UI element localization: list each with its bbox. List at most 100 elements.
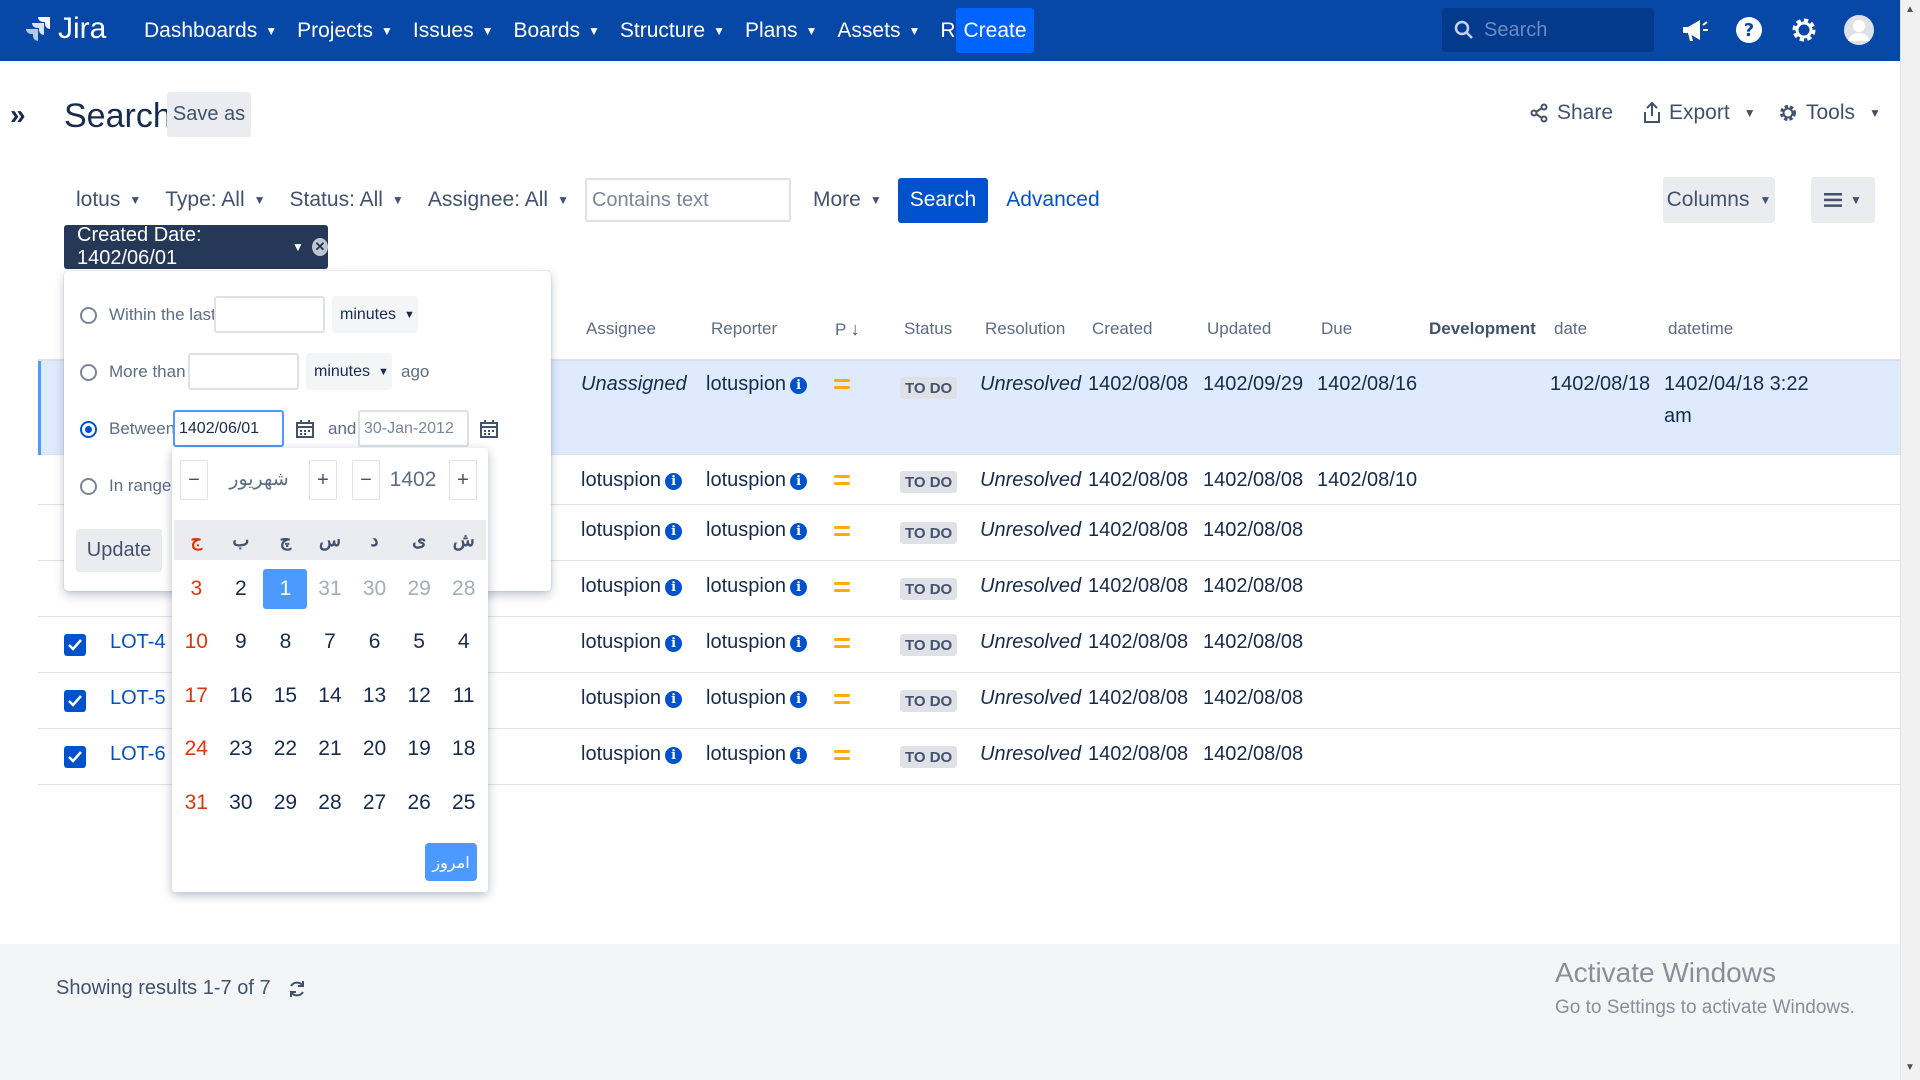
between-to-input[interactable] bbox=[358, 410, 469, 447]
issue-key-link[interactable]: LOT-6 bbox=[110, 743, 166, 766]
calendar-day[interactable]: 10 bbox=[174, 622, 218, 662]
radio-in-range[interactable] bbox=[80, 477, 97, 495]
profile-button[interactable] bbox=[1841, 12, 1877, 48]
type-filter[interactable]: Type: All ▼ bbox=[153, 178, 277, 222]
col-status[interactable]: Status bbox=[904, 319, 952, 339]
assignee-name[interactable]: lotuspion bbox=[581, 687, 661, 709]
share-button[interactable]: Share bbox=[1529, 101, 1613, 125]
month-increment-button[interactable]: + bbox=[309, 460, 337, 500]
today-button[interactable]: امروز bbox=[425, 843, 477, 881]
col-date[interactable]: date bbox=[1554, 319, 1587, 339]
columns-button[interactable]: Columns ▼ bbox=[1663, 177, 1775, 223]
calendar-day[interactable]: 22 bbox=[263, 729, 307, 769]
col-datetime[interactable]: datetime bbox=[1668, 319, 1733, 339]
calendar-day-prev-month[interactable]: 30 bbox=[353, 569, 397, 609]
calendar-day-prev-month[interactable]: 31 bbox=[308, 569, 352, 609]
reporter-name[interactable]: lotuspion bbox=[706, 373, 786, 395]
calendar-day-prev-month[interactable]: 29 bbox=[397, 569, 441, 609]
calendar-day[interactable]: 26 bbox=[397, 783, 441, 823]
assignee-name[interactable]: lotuspion bbox=[581, 631, 661, 653]
col-created[interactable]: Created bbox=[1092, 319, 1152, 339]
calendar-icon[interactable] bbox=[295, 419, 315, 439]
reporter-name[interactable]: lotuspion bbox=[706, 575, 786, 597]
calendar-day[interactable]: 17 bbox=[174, 676, 218, 716]
page-scrollbar[interactable]: ▲ ▼ bbox=[1900, 0, 1920, 1080]
calendar-day[interactable]: 23 bbox=[219, 729, 263, 769]
calendar-day[interactable]: 14 bbox=[308, 676, 352, 716]
year-increment-button[interactable]: + bbox=[449, 460, 477, 500]
update-button[interactable]: Update bbox=[76, 529, 162, 572]
calendar-day[interactable]: 29 bbox=[263, 783, 307, 823]
global-search[interactable] bbox=[1442, 8, 1654, 52]
calendar-day[interactable]: 16 bbox=[219, 676, 263, 716]
created-date-filter[interactable]: Created Date: 1402/06/01 ▼ ✕ bbox=[64, 224, 328, 269]
view-switcher-button[interactable]: ▼ bbox=[1811, 177, 1875, 223]
nav-structure[interactable]: Structure ▼ bbox=[610, 0, 735, 61]
col-development[interactable]: Development bbox=[1429, 319, 1536, 339]
more-than-unit-select[interactable]: minutes ▼ bbox=[306, 353, 392, 390]
reporter-name[interactable]: lotuspion bbox=[706, 519, 786, 541]
col-reporter[interactable]: Reporter bbox=[711, 319, 777, 339]
row-checkbox[interactable] bbox=[64, 690, 86, 712]
advanced-link[interactable]: Advanced bbox=[1006, 188, 1099, 212]
calendar-day-selected[interactable]: 1 bbox=[263, 568, 308, 609]
nav-issues[interactable]: Issues ▼ bbox=[403, 0, 504, 61]
settings-button[interactable] bbox=[1786, 12, 1822, 48]
search-button[interactable]: Search bbox=[897, 177, 989, 223]
col-updated[interactable]: Updated bbox=[1207, 319, 1271, 339]
calendar-day[interactable]: 9 bbox=[219, 622, 263, 662]
within-last-input[interactable] bbox=[214, 296, 325, 333]
month-decrement-button[interactable]: − bbox=[180, 460, 208, 500]
calendar-day[interactable]: 18 bbox=[442, 729, 486, 769]
calendar-day[interactable]: 3 bbox=[174, 569, 218, 609]
calendar-day[interactable]: 19 bbox=[397, 729, 441, 769]
option-more-than[interactable]: More than bbox=[80, 362, 186, 382]
between-from-input[interactable] bbox=[173, 410, 284, 447]
help-button[interactable]: ? bbox=[1731, 12, 1767, 48]
col-resolution[interactable]: Resolution bbox=[985, 319, 1065, 339]
reporter-name[interactable]: lotuspion bbox=[706, 687, 786, 709]
nav-assets[interactable]: Assets ▼ bbox=[827, 0, 930, 61]
nav-dashboards[interactable]: Dashboards ▼ bbox=[134, 0, 287, 61]
notifications-button[interactable] bbox=[1676, 12, 1712, 48]
calendar-day[interactable]: 24 bbox=[174, 729, 218, 769]
nav-plans[interactable]: Plans ▼ bbox=[735, 0, 827, 61]
more-filter[interactable]: More ▼ bbox=[801, 178, 894, 222]
col-due[interactable]: Due bbox=[1321, 319, 1352, 339]
calendar-day[interactable]: 25 bbox=[442, 783, 486, 823]
calendar-day[interactable]: 27 bbox=[353, 783, 397, 823]
calendar-day[interactable]: 20 bbox=[353, 729, 397, 769]
issue-key-link[interactable]: LOT-4 bbox=[110, 631, 166, 654]
year-decrement-button[interactable]: − bbox=[352, 460, 380, 500]
row-checkbox[interactable] bbox=[64, 746, 86, 768]
nav-projects[interactable]: Projects ▼ bbox=[287, 0, 403, 61]
nav-boards[interactable]: Boards ▼ bbox=[503, 0, 609, 61]
project-filter[interactable]: lotus ▼ bbox=[64, 178, 153, 222]
assignee-name[interactable]: lotuspion bbox=[581, 469, 661, 491]
export-button[interactable]: Export ▼ bbox=[1643, 101, 1756, 125]
calendar-icon[interactable] bbox=[479, 419, 499, 439]
col-assignee[interactable]: Assignee bbox=[586, 319, 656, 339]
radio-within-last[interactable] bbox=[80, 306, 97, 324]
scroll-down-icon[interactable]: ▼ bbox=[1905, 1062, 1915, 1073]
assignee-name[interactable]: lotuspion bbox=[581, 519, 661, 541]
calendar-day[interactable]: 30 bbox=[219, 783, 263, 823]
contains-text-input[interactable] bbox=[584, 178, 791, 222]
tools-button[interactable]: Tools ▼ bbox=[1778, 101, 1881, 125]
calendar-day[interactable]: 13 bbox=[353, 676, 397, 716]
row-checkbox[interactable] bbox=[64, 634, 86, 656]
calendar-day[interactable]: 12 bbox=[397, 676, 441, 716]
assignee-name[interactable]: lotuspion bbox=[581, 743, 661, 765]
radio-between[interactable] bbox=[80, 420, 97, 438]
refresh-icon[interactable] bbox=[287, 979, 307, 999]
more-than-input[interactable] bbox=[188, 353, 299, 390]
option-within-last[interactable]: Within the last bbox=[80, 305, 216, 325]
scroll-up-icon[interactable]: ▲ bbox=[1905, 4, 1915, 15]
option-between[interactable]: Between bbox=[80, 419, 175, 439]
col-priority[interactable]: P ↓ bbox=[835, 319, 860, 340]
within-unit-select[interactable]: minutes ▼ bbox=[332, 296, 418, 333]
calendar-day[interactable]: 6 bbox=[353, 622, 397, 662]
reporter-name[interactable]: lotuspion bbox=[706, 631, 786, 653]
jira-logo[interactable]: Jira bbox=[26, 12, 106, 46]
calendar-day-prev-month[interactable]: 28 bbox=[442, 569, 486, 609]
